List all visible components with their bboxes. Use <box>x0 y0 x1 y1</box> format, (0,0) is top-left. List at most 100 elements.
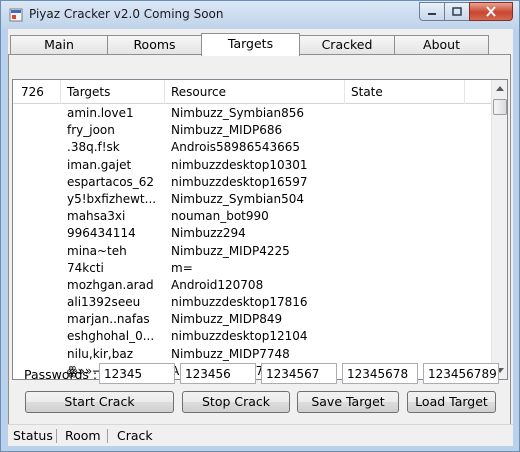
scroll-up-button[interactable] <box>492 80 507 97</box>
state-cell <box>345 294 465 311</box>
target-cell: iman.gajet <box>67 157 132 172</box>
table-row[interactable]: y5!bxfizhewt... Nimbuzz_Symbian504 <box>13 191 491 208</box>
title-bar[interactable]: Piyaz Cracker v2.0 Coming Soon <box>1 1 519 29</box>
table-row[interactable]: nilu,kir,baz Nimbuzz_MIDP7748 <box>13 346 491 363</box>
resource-cell: Androis58986543665 <box>171 140 301 155</box>
state-cell <box>345 139 465 156</box>
table-row[interactable]: amin.love1 Nimbuzz_Symbian856 <box>13 105 491 122</box>
scroll-thumb[interactable] <box>493 99 507 115</box>
table-row[interactable]: ali1392seeu nimbuzzdesktop17816 <box>13 294 491 311</box>
column-header-resource[interactable]: Resource <box>165 80 345 104</box>
close-button[interactable] <box>469 2 513 21</box>
start-crack-button[interactable]: Start Crack <box>25 391 174 413</box>
crack-label: Crack <box>117 428 153 443</box>
password-field-1[interactable] <box>99 363 175 384</box>
column-header-targets[interactable]: Targets <box>61 80 165 104</box>
target-cell: mina~teh <box>67 243 127 258</box>
tab-strip: Main Rooms Targets Cracked About <box>8 33 513 56</box>
state-cell <box>345 225 465 242</box>
save-target-button[interactable]: Save Target <box>297 391 399 413</box>
grid-header: 726 Targets Resource State <box>13 80 491 104</box>
state-cell <box>345 122 465 139</box>
password-field-2[interactable] <box>180 363 256 384</box>
target-cell: fry_joon <box>67 123 115 138</box>
state-cell <box>345 328 465 345</box>
column-header-state[interactable]: State <box>345 80 465 104</box>
resource-cell: Android120708 <box>171 277 264 292</box>
target-cell: nilu,kir,baz <box>67 346 133 361</box>
table-row[interactable]: 996434114 Nimbuzz294 <box>13 225 491 242</box>
stop-crack-button[interactable]: Stop Crack <box>182 391 290 413</box>
table-row[interactable]: marjan..nafas Nimbuzz_MIDP849 <box>13 311 491 328</box>
resource-cell: nouman_bot990 <box>171 209 269 224</box>
tab-cracked[interactable]: Cracked <box>299 35 395 55</box>
resource-cell: nimbuzzdesktop16597 <box>171 174 308 189</box>
target-cell: espartacos_62 <box>67 174 155 189</box>
state-cell <box>345 174 465 191</box>
state-cell <box>345 105 465 122</box>
state-cell <box>345 157 465 174</box>
resource-cell: Nimbuzz294 <box>171 226 246 241</box>
row-count-header: 726 <box>13 80 61 104</box>
target-cell: mozhgan.arad <box>67 277 154 292</box>
maximize-button[interactable] <box>444 2 470 21</box>
target-cell: 74kcti <box>67 260 104 275</box>
table-row[interactable]: .38q.f!sk Androis58986543665 <box>13 139 491 156</box>
target-cell: ali1392seeu <box>67 295 141 310</box>
password-field-4[interactable] <box>342 363 418 384</box>
tab-targets[interactable]: Targets <box>201 33 300 56</box>
table-row[interactable]: mahsa3xi nouman_bot990 <box>13 208 491 225</box>
resource-cell: Nimbuzz_MIDP849 <box>171 312 283 327</box>
table-row[interactable]: eshghohal_0... nimbuzzdesktop12104 <box>13 328 491 345</box>
vertical-scrollbar[interactable] <box>491 80 507 379</box>
status-label: Status <box>13 428 53 443</box>
status-bar: Status Room Crack <box>8 424 513 446</box>
resource-cell: Nimbuzz_MIDP7748 <box>171 346 290 361</box>
target-cell: .38q.f!sk <box>67 140 120 155</box>
resource-cell: Nimbuzz_Symbian504 <box>171 191 305 206</box>
target-cell: mahsa3xi <box>67 209 126 224</box>
chevron-up-icon <box>496 86 504 91</box>
resource-cell: nimbuzzdesktop17816 <box>171 295 308 310</box>
resource-cell: m= <box>171 260 193 275</box>
minimize-button[interactable] <box>419 2 445 21</box>
state-cell <box>345 243 465 260</box>
tab-about[interactable]: About <box>394 35 489 55</box>
resource-cell: Nimbuzz_MIDP4225 <box>171 243 290 258</box>
status-separator <box>107 429 108 443</box>
table-row[interactable]: 74kcti m= <box>13 260 491 277</box>
minimize-icon <box>428 12 436 15</box>
password-field-5[interactable] <box>423 363 499 384</box>
resource-cell: Nimbuzz_MIDP686 <box>171 123 283 138</box>
state-cell <box>345 311 465 328</box>
resource-cell: nimbuzzdesktop12104 <box>171 329 308 344</box>
state-cell <box>345 208 465 225</box>
room-label: Room <box>65 428 101 443</box>
target-cell: 996434114 <box>67 226 136 241</box>
tab-main[interactable]: Main <box>10 35 108 55</box>
target-cell: eshghohal_0... <box>67 329 155 344</box>
window-title: Piyaz Cracker v2.0 Coming Soon <box>29 7 224 21</box>
passwords-label: Passwords : <box>24 367 98 382</box>
table-row[interactable]: mozhgan.arad Android120708 <box>13 277 491 294</box>
maximize-icon <box>452 7 462 16</box>
table-row[interactable]: espartacos_62 nimbuzzdesktop16597 <box>13 174 491 191</box>
resource-cell: nimbuzzdesktop10301 <box>171 157 308 172</box>
target-cell: y5!bxfizhewt... <box>67 191 157 206</box>
state-cell <box>345 260 465 277</box>
table-row[interactable]: fry_joon Nimbuzz_MIDP686 <box>13 122 491 139</box>
target-cell: marjan..nafas <box>67 312 150 327</box>
client-area: Main Rooms Targets Cracked About 726 Tar… <box>8 29 513 446</box>
table-row[interactable]: mina~teh Nimbuzz_MIDP4225 <box>13 243 491 260</box>
app-icon <box>9 8 23 22</box>
targets-grid[interactable]: 726 Targets Resource State amin.love1 Nim… <box>12 79 508 380</box>
grid-rows: amin.love1 Nimbuzz_Symbian856 fry_joon Nimb… <box>13 105 491 379</box>
close-icon <box>486 6 496 17</box>
table-row[interactable]: iman.gajet nimbuzzdesktop10301 <box>13 157 491 174</box>
app-window: Piyaz Cracker v2.0 Coming Soon Main Room… <box>0 0 520 452</box>
load-target-button[interactable]: Load Target <box>407 391 496 413</box>
target-cell: amin.love1 <box>67 106 134 120</box>
resource-cell: Nimbuzz_Symbian856 <box>171 106 305 120</box>
password-field-3[interactable] <box>261 363 337 384</box>
tab-rooms[interactable]: Rooms <box>107 35 202 55</box>
